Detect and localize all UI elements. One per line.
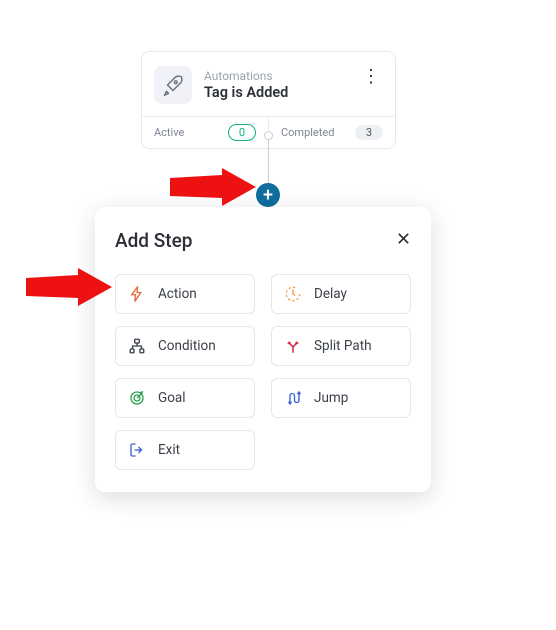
option-condition-label: Condition bbox=[158, 338, 216, 354]
split-icon bbox=[284, 337, 302, 355]
option-exit-label: Exit bbox=[158, 442, 180, 458]
modal-title: Add Step bbox=[115, 229, 192, 252]
stat-active-badge: 0 bbox=[228, 124, 256, 141]
stat-completed-label: Completed bbox=[281, 126, 334, 139]
option-split-path-label: Split Path bbox=[314, 338, 372, 354]
stat-completed-badge: 3 bbox=[355, 125, 383, 140]
close-icon[interactable] bbox=[396, 231, 411, 250]
jump-icon bbox=[284, 389, 302, 407]
clock-icon bbox=[284, 285, 302, 303]
trigger-subtitle: Automations bbox=[204, 69, 346, 85]
annotation-arrow-plus bbox=[170, 168, 256, 206]
option-goal-label: Goal bbox=[158, 390, 186, 406]
option-split-path[interactable]: Split Path bbox=[271, 326, 411, 366]
option-exit[interactable]: Exit bbox=[115, 430, 255, 470]
kebab-menu-icon[interactable]: ⋮ bbox=[358, 66, 383, 87]
option-jump-label: Jump bbox=[314, 390, 348, 406]
target-icon bbox=[128, 389, 146, 407]
option-jump[interactable]: Jump bbox=[271, 378, 411, 418]
add-step-modal: Add Step Action Delay Condition bbox=[95, 207, 431, 492]
sitemap-icon bbox=[128, 337, 146, 355]
option-grid: Action Delay Condition Split Path Goal bbox=[115, 274, 411, 470]
option-goal[interactable]: Goal bbox=[115, 378, 255, 418]
option-condition[interactable]: Condition bbox=[115, 326, 255, 366]
trigger-title: Tag is Added bbox=[204, 84, 346, 101]
rocket-icon bbox=[154, 66, 192, 104]
trigger-card-body[interactable]: Automations Tag is Added ⋮ bbox=[154, 66, 383, 116]
option-action-label: Action bbox=[158, 286, 197, 302]
plus-icon: + bbox=[263, 185, 273, 206]
connector-dot bbox=[264, 131, 273, 140]
add-step-button[interactable]: + bbox=[256, 183, 280, 207]
stat-active-label: Active bbox=[154, 126, 184, 139]
option-delay-label: Delay bbox=[314, 286, 347, 302]
stat-active[interactable]: Active 0 bbox=[142, 117, 268, 148]
stat-completed[interactable]: Completed 3 bbox=[268, 117, 395, 148]
option-delay[interactable]: Delay bbox=[271, 274, 411, 314]
option-action[interactable]: Action bbox=[115, 274, 255, 314]
exit-icon bbox=[128, 441, 146, 459]
bolt-icon bbox=[128, 285, 146, 303]
